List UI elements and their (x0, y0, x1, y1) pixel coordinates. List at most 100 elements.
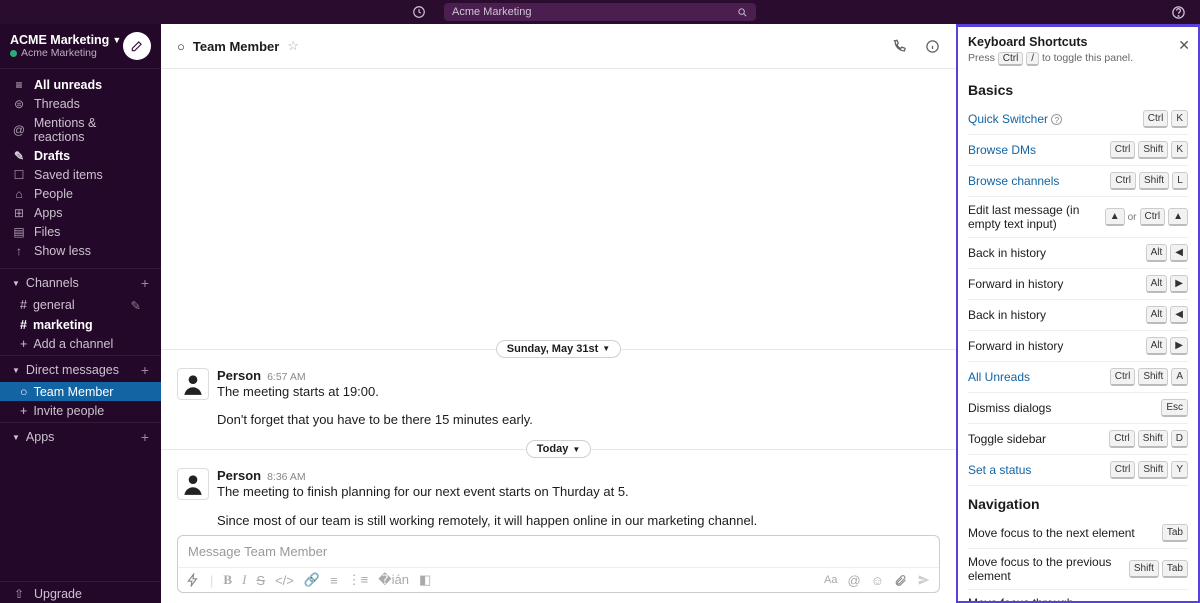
presence-icon: ○ (177, 39, 185, 54)
channel-prefix: # (20, 318, 27, 332)
shortcut-row: Set a statusCtrlShiftY (968, 455, 1188, 486)
message-text: Since most of our team is still working … (217, 512, 940, 531)
message-text: Don't forget that you have to be there 1… (217, 411, 940, 430)
key: ▲ (1168, 208, 1188, 226)
message-list: Sunday, May 31st▼ Person6:57 AMThe meeti… (161, 69, 956, 535)
key: Ctrl (1109, 430, 1135, 448)
chevron-down-icon: ▼ (112, 35, 121, 45)
nav-item[interactable]: ✎Drafts (0, 146, 161, 165)
emoji-icon[interactable]: ☺ (871, 573, 884, 588)
format-icon[interactable]: Aa (824, 574, 837, 586)
nav-icon: ⊞ (12, 206, 26, 220)
send-icon[interactable] (917, 573, 931, 587)
panel-title: Keyboard Shortcuts (968, 35, 1188, 49)
message-composer[interactable]: Message Team Member | B I S </> 🔗 ≡ ⋮≡ �… (177, 535, 940, 593)
date-divider[interactable]: Sunday, May 31st▼ (496, 340, 621, 358)
shortcut-row: Forward in historyAlt▶ (968, 269, 1188, 300)
nav-icon: ✎ (12, 149, 26, 163)
nav-item[interactable]: ☐Saved items (0, 165, 161, 184)
nav-item[interactable]: ⌂People (0, 184, 161, 203)
date-divider[interactable]: Today▼ (526, 440, 592, 458)
nav-icon: ↑ (12, 244, 26, 258)
upgrade-link[interactable]: ⇧Upgrade (0, 584, 161, 603)
nav-item[interactable]: ⊜Threads (0, 94, 161, 113)
add-icon[interactable]: + (141, 429, 149, 445)
channel-item[interactable]: +Add a channel (0, 334, 161, 353)
close-icon[interactable]: ✕ (1178, 37, 1190, 54)
shortcut-row: Quick Switcher ?CtrlK (968, 104, 1188, 135)
help-icon[interactable]: ? (1051, 114, 1062, 125)
workspace-header[interactable]: ACME Marketing▼ Acme Marketing (0, 24, 161, 69)
nav-item[interactable]: ↑Show less (0, 241, 161, 260)
star-icon[interactable]: ☆ (287, 38, 299, 54)
key: ▶ (1170, 275, 1188, 293)
strike-icon[interactable]: S (256, 573, 265, 588)
caret-icon: ▼ (12, 433, 20, 442)
shortcut-label[interactable]: Browse DMs (968, 143, 1104, 157)
channel-item[interactable]: #general✎ (0, 295, 161, 315)
apps-header[interactable]: ▼Apps+ (0, 425, 161, 449)
channel-name: Team Member (193, 39, 279, 54)
key: Alt (1146, 275, 1168, 293)
code-icon[interactable]: </> (275, 573, 294, 588)
info-icon[interactable] (925, 39, 940, 54)
sidebar: ACME Marketing▼ Acme Marketing ≡ All unre… (0, 24, 161, 603)
key: D (1171, 430, 1188, 448)
nav-item[interactable]: ≡ All unreads (0, 75, 161, 94)
message-text: The meeting to finish planning for our n… (217, 483, 940, 502)
quote-icon[interactable]: �ián (378, 572, 409, 588)
codeblock-icon[interactable]: ◧ (419, 572, 431, 588)
shortcut-label: Edit last message (in empty text input) (968, 203, 1099, 231)
ol-icon[interactable]: ≡ (330, 573, 338, 588)
attach-icon[interactable] (894, 574, 907, 587)
dms-header[interactable]: ▼Direct messages+ (0, 358, 161, 382)
mention-icon[interactable]: @ (848, 573, 861, 588)
channel-item[interactable]: #marketing (0, 315, 161, 334)
shortcut-row: Back in historyAlt◀ (968, 300, 1188, 331)
composer-input[interactable]: Message Team Member (178, 536, 939, 567)
nav-item[interactable]: ▤Files (0, 222, 161, 241)
key: Alt (1146, 306, 1168, 324)
nav-label: All unreads (34, 78, 102, 92)
search-input[interactable]: Acme Marketing (444, 3, 756, 21)
nav-label: Threads (34, 97, 80, 111)
key: Alt (1146, 337, 1168, 355)
shortcut-label: Back in history (968, 246, 1140, 260)
avatar (177, 468, 209, 500)
channels-header[interactable]: ▼Channels+ (0, 271, 161, 295)
compose-button[interactable] (123, 32, 151, 60)
channel-title[interactable]: ○ Team Member ☆ (177, 38, 299, 54)
link-icon[interactable]: 🔗 (304, 572, 320, 588)
shortcut-row: Move focus to the previous elementShiftT… (968, 549, 1188, 590)
key: Shift (1138, 141, 1168, 159)
help-icon[interactable] (1171, 5, 1186, 20)
shortcut-label[interactable]: All Unreads (968, 370, 1104, 384)
italic-icon[interactable]: I (242, 572, 246, 588)
search-icon (737, 7, 748, 18)
call-icon[interactable] (892, 39, 907, 54)
history-icon[interactable] (412, 5, 426, 19)
edit-icon[interactable]: ✎ (131, 298, 141, 313)
add-icon[interactable]: + (141, 275, 149, 291)
dm-item[interactable]: +Invite people (0, 401, 161, 420)
add-icon[interactable]: + (141, 362, 149, 378)
shortcut-row: Toggle sidebarCtrlShiftD (968, 424, 1188, 455)
shortcut-row: Move focus through messages▲or▼ (968, 590, 1188, 601)
bold-icon[interactable]: B (223, 572, 232, 588)
upgrade-label: Upgrade (34, 587, 82, 601)
shortcut-label[interactable]: Set a status (968, 463, 1104, 477)
nav-item[interactable]: @Mentions & reactions (0, 113, 161, 146)
nav-label: Apps (34, 206, 63, 220)
nav-item[interactable]: ⊞ Apps (0, 203, 161, 222)
channel-prefix: # (20, 298, 27, 312)
dm-item[interactable]: ○Team Member (0, 382, 161, 401)
message-author[interactable]: Person (217, 468, 261, 483)
nav-icon: ≡ (12, 78, 26, 92)
message-author[interactable]: Person (217, 368, 261, 383)
key: A (1171, 368, 1188, 386)
shortcut-label[interactable]: Quick Switcher ? (968, 112, 1137, 126)
ul-icon[interactable]: ⋮≡ (348, 572, 369, 588)
shortcut-label[interactable]: Browse channels (968, 174, 1104, 188)
channel-prefix: + (20, 337, 27, 351)
lightning-icon[interactable] (186, 573, 200, 587)
